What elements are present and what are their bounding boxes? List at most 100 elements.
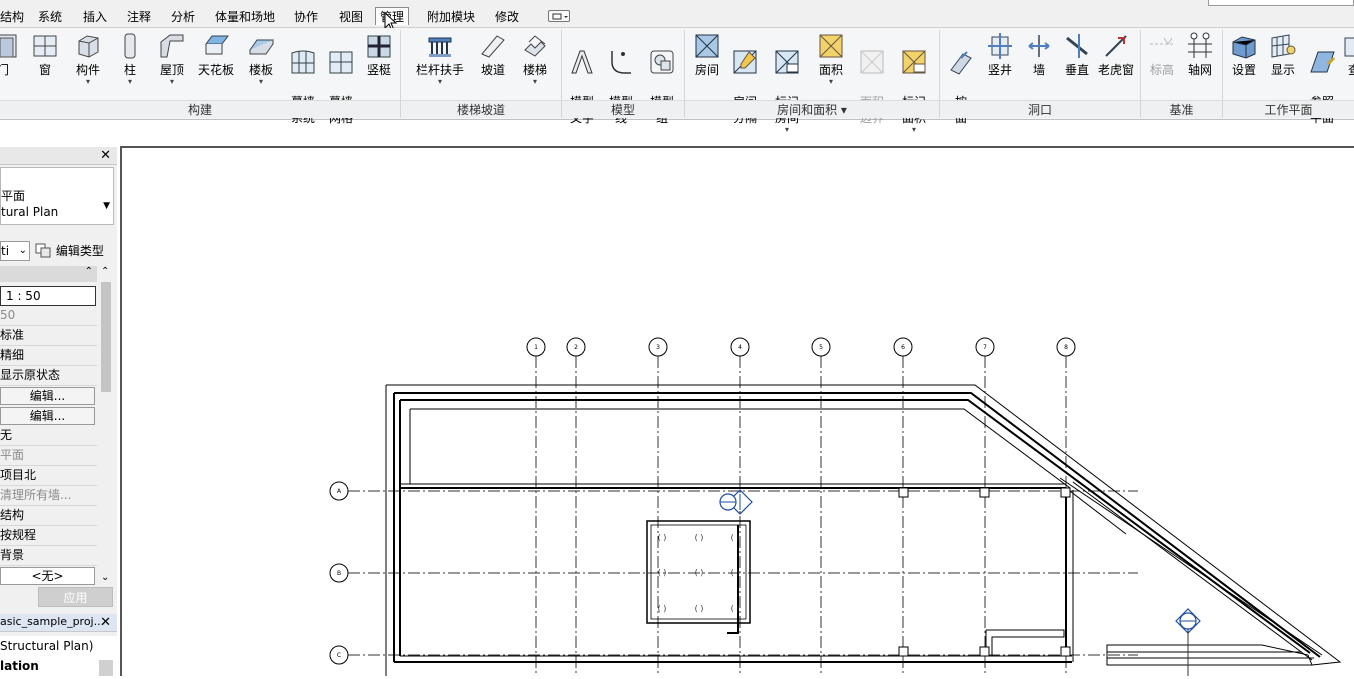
curtain-grid-tool[interactable]: 幕墙 网格 xyxy=(323,28,359,125)
menu-structure[interactable]: 结构 xyxy=(0,8,24,26)
curtain-system-tool[interactable]: 幕墙 系统 xyxy=(284,28,322,125)
set-workplane-tool[interactable]: 设置 xyxy=(1226,28,1262,100)
detail-level[interactable]: 精细 xyxy=(0,346,97,366)
area-boundary-tool[interactable]: 面积 边界 xyxy=(855,28,889,125)
menu-systems[interactable]: 系统 xyxy=(38,8,62,26)
grid-label: 1 xyxy=(534,344,538,351)
view-filter-dropdown[interactable]: ti ⌄ xyxy=(0,241,30,261)
component-tool[interactable]: 构件 ▾ xyxy=(70,28,106,100)
show-hidden-lines[interactable]: 按规程 xyxy=(0,526,97,546)
by-face-tool[interactable]: 按 面 xyxy=(944,28,978,125)
edit-type-icon xyxy=(35,243,51,258)
vertical-opening-tool[interactable]: 垂直 xyxy=(1060,28,1094,100)
model-group-tool[interactable]: 模型 组 xyxy=(644,28,680,125)
roof-tool[interactable]: 屋顶 ▾ xyxy=(154,28,190,100)
area-tool[interactable]: 面积 ▾ xyxy=(814,28,848,100)
door-icon xyxy=(0,34,17,58)
curtain-grid-icon xyxy=(329,51,353,74)
type-selector[interactable]: 平面 tural Plan ▼ xyxy=(0,167,114,225)
tag-area-tool[interactable]: 标记 面积▾ xyxy=(896,28,932,134)
show-workplane-tool[interactable]: 显示 xyxy=(1265,28,1301,100)
room-tool[interactable]: 房间 xyxy=(690,28,724,100)
viewer-tool[interactable]: 查 xyxy=(1342,28,1354,100)
grid-label: 7 xyxy=(983,344,987,351)
edit-type-button[interactable]: 编辑类型 xyxy=(34,241,114,261)
shaft-icon xyxy=(988,33,1012,59)
show-workplane-icon xyxy=(1271,34,1296,58)
orientation[interactable]: 项目北 xyxy=(0,466,97,486)
structural-column[interactable] xyxy=(979,487,990,498)
menu-addins[interactable]: 附加模块 xyxy=(427,8,475,26)
model-line-icon xyxy=(611,51,631,74)
close-icon[interactable]: ✕ xyxy=(100,615,111,630)
graphic-display-edit-button[interactable]: 编辑... xyxy=(0,407,95,425)
structural-column[interactable] xyxy=(1060,646,1071,657)
ribbon-minimize-button[interactable] xyxy=(548,10,570,22)
view-scale-input[interactable]: 1 : 50 xyxy=(0,286,96,306)
panel-toggle-icon xyxy=(552,13,568,20)
model-text-tool[interactable]: 模型 文字 xyxy=(564,28,600,125)
window-tool[interactable]: 窗 xyxy=(28,28,62,100)
model-line-tool[interactable]: 模型 线 xyxy=(604,28,638,125)
room-separator-tool[interactable]: 房间 分隔 xyxy=(728,28,762,125)
ribbon: 门 窗 构件▾ 柱▾ 屋顶▾ 天花板 楼板▾ 幕墙 系统 幕墙 网格 竖梃 构建 xyxy=(0,28,1354,134)
door-tool[interactable]: 门 xyxy=(0,28,17,100)
wall-join-display[interactable]: 清理所有墙... xyxy=(0,486,97,506)
menu-massing-site[interactable]: 体量和场地 xyxy=(215,8,275,26)
vg-overrides-edit-button[interactable]: 编辑... xyxy=(0,387,95,405)
mullion-tool[interactable]: 竖梃 xyxy=(362,28,396,100)
parts-visibility[interactable]: 显示原状态 xyxy=(0,366,97,386)
reference-plane-tool[interactable]: 参照 平面 xyxy=(1304,28,1340,125)
panel-model: 模型 xyxy=(562,100,684,118)
grid-label: 3 xyxy=(656,344,660,351)
tag-room-tool[interactable]: 标记 房间▾ xyxy=(770,28,804,134)
properties-palette: ✕ 平面 tural Plan ▼ ti ⌄ 编辑类型 ⌃ ⌃ ⌄ 1 : 50 … xyxy=(0,147,117,676)
shaft-tool[interactable]: 竖井 xyxy=(982,28,1018,100)
browser-scrollbar[interactable] xyxy=(99,660,113,676)
grid-tool[interactable]: 轴网 xyxy=(1183,28,1217,100)
railing-tool[interactable]: 栏杆扶手 ▾ xyxy=(410,28,470,100)
level-tool[interactable]: 标高 xyxy=(1146,28,1178,100)
color-scheme-button[interactable]: <无> xyxy=(0,567,95,585)
wall-opening-tool[interactable]: 墙 xyxy=(1022,28,1056,100)
column-icon xyxy=(124,33,136,59)
structural-column[interactable] xyxy=(979,646,990,657)
stair-tool[interactable]: 楼梯 ▾ xyxy=(518,28,552,100)
scroll-thumb[interactable] xyxy=(101,282,111,392)
menu-analyze[interactable]: 分析 xyxy=(171,8,195,26)
menu-view[interactable]: 视图 xyxy=(339,8,363,26)
apply-button[interactable]: 应用 xyxy=(38,587,113,607)
column-tool[interactable]: 柱 ▾ xyxy=(116,28,144,100)
drawing-canvas[interactable]: 1 2 3 4 5 6 7 8 A B C () () () () (… xyxy=(120,146,1354,676)
area-icon xyxy=(819,34,843,58)
floor-tool[interactable]: 楼板 ▾ xyxy=(244,28,278,100)
close-icon[interactable]: ✕ xyxy=(100,148,111,163)
panel-room-area[interactable]: 房间和面积 ▾ xyxy=(685,100,939,118)
ceiling-tool[interactable]: 天花板 xyxy=(196,28,236,100)
browser-item[interactable]: Structural Plan) xyxy=(0,636,117,656)
ramp-icon xyxy=(481,35,505,58)
structural-column[interactable] xyxy=(1060,487,1071,498)
elevation-marker[interactable] xyxy=(1175,608,1201,676)
structural-column[interactable] xyxy=(898,646,909,657)
discipline[interactable]: 结构 xyxy=(0,506,97,526)
ramp-tool[interactable]: 坡道 xyxy=(476,28,510,100)
svg-text:( ): ( ) xyxy=(658,568,667,577)
menu-collaborate[interactable]: 协作 xyxy=(294,8,318,26)
dormer-tool[interactable]: 老虎窗 xyxy=(1096,28,1136,100)
properties-scrollbar[interactable]: ⌃ ⌄ xyxy=(99,266,113,596)
structural-plan-drawing[interactable]: 1 2 3 4 5 6 7 8 A B C () () () () (… xyxy=(122,148,1354,676)
underlay[interactable]: 无 xyxy=(0,426,97,446)
quick-access-box xyxy=(1208,0,1354,6)
properties-group-header[interactable]: ⌃ xyxy=(0,266,97,282)
display-model[interactable]: 标准 xyxy=(0,326,97,346)
color-scheme-location[interactable]: 背景 xyxy=(0,546,97,566)
panel-expand-icon[interactable]: ▾ xyxy=(841,103,847,117)
menu-insert[interactable]: 插入 xyxy=(83,8,107,26)
scroll-down-icon: ⌄ xyxy=(101,572,110,583)
menu-modify[interactable]: 修改 xyxy=(495,8,519,26)
elevation-marker[interactable] xyxy=(719,489,753,515)
structural-column[interactable] xyxy=(898,487,909,498)
dormer-icon xyxy=(1105,35,1127,57)
menu-annotate[interactable]: 注释 xyxy=(127,8,151,26)
